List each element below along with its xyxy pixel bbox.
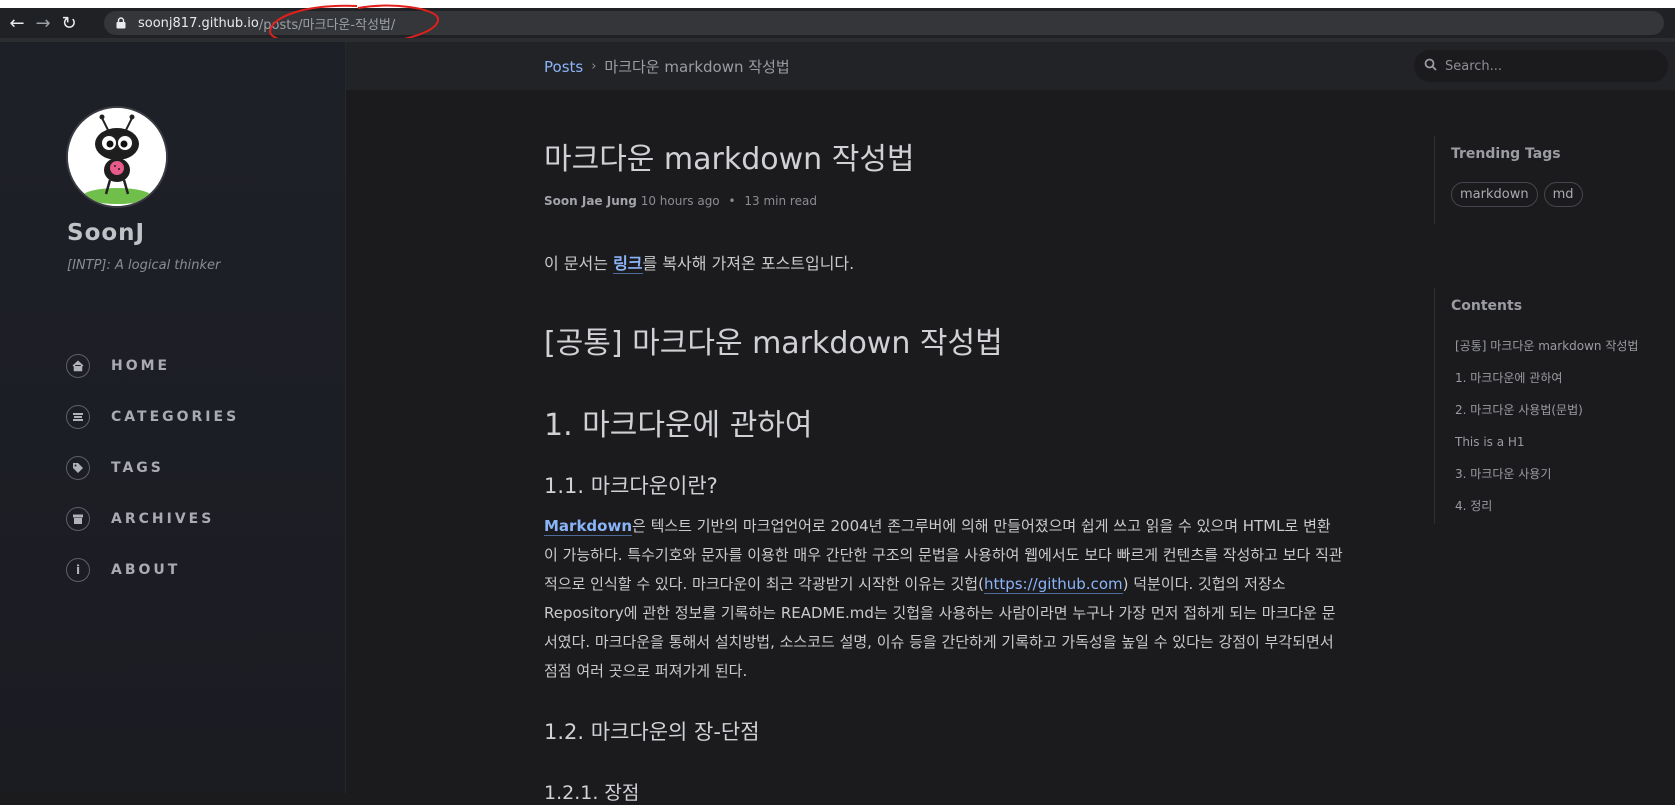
info-icon: i	[66, 557, 90, 582]
heading-h1: [공통] 마크다운 markdown 작성법	[544, 326, 1003, 361]
trending-tags-title: Trending Tags	[1451, 146, 1561, 162]
sidebar-item-home[interactable]: HOME	[66, 340, 239, 391]
tag-markdown[interactable]: markdown	[1451, 182, 1538, 207]
toc-item[interactable]: 2. 마크다운 사용법(문법)	[1451, 394, 1671, 426]
github-link[interactable]: https://github.com	[983, 575, 1123, 594]
ant-avatar-icon	[68, 108, 166, 206]
reload-icon[interactable]: ↻	[56, 8, 82, 38]
tag-md[interactable]: md	[1543, 182, 1583, 207]
intro-paragraph: 이 문서는 링크를 복사해 가져온 포스트입니다.	[544, 250, 854, 274]
toc-item[interactable]: 4. 정리	[1451, 490, 1671, 522]
heading-h4-pros: 1.2.1. 장점	[544, 782, 640, 804]
post-title: 마크다운 markdown 작성법	[544, 142, 915, 177]
post-time: 10 hours ago	[640, 194, 720, 208]
trending-tags-panel: Trending Tags markdown md	[1434, 136, 1651, 224]
heading-h3-pros-cons: 1.2. 마크다운의 장-단점	[544, 720, 760, 744]
toc-item[interactable]: 1. 마크다운에 관하여	[1451, 362, 1671, 394]
heading-h3-what-is: 1.1. 마크다운이란?	[544, 474, 718, 498]
sidebar-item-tags[interactable]: TAGS	[66, 442, 239, 493]
sidebar-nav: HOME CATEGORIES TAGS ARCHIVES i ABOUT	[66, 340, 239, 595]
body-paragraph: Markdown은 텍스트 기반의 마크업언어로 2004년 존그루버에 의해 …	[544, 512, 1344, 686]
search-box[interactable]	[1414, 50, 1668, 82]
markdown-link[interactable]: Markdown	[544, 517, 633, 536]
sidebar: SoonJ [INTP]: A logical thinker HOME CAT…	[0, 42, 346, 793]
browser-toolbar: ← → ↻ soonj817.github.io/posts/마크다운-작성법/	[0, 8, 1675, 38]
sidebar-item-label: CATEGORIES	[111, 408, 240, 425]
topbar: Posts › 마크다운 markdown 작성법	[346, 42, 1675, 90]
toc-item[interactable]: 3. 마크다운 사용기	[1451, 458, 1671, 490]
toc-list: [공통] 마크다운 markdown 작성법 1. 마크다운에 관하여 2. 마…	[1451, 330, 1671, 522]
sidebar-item-label: ABOUT	[111, 561, 181, 578]
breadcrumb-current: 마크다운 markdown 작성법	[604, 58, 790, 76]
search-icon	[1424, 58, 1437, 75]
sidebar-item-label: ARCHIVES	[111, 510, 215, 527]
forward-icon[interactable]: →	[30, 8, 56, 38]
site-subtitle: [INTP]: A logical thinker	[67, 258, 221, 273]
site-title[interactable]: SoonJ	[67, 220, 145, 246]
toc-panel: Contents [공통] 마크다운 markdown 작성법 1. 마크다운에…	[1434, 288, 1671, 524]
url-host: soonj817.github.io	[138, 15, 259, 31]
read-time: 13 min read	[744, 194, 817, 208]
archive-icon	[66, 506, 90, 531]
intro-text-end: 를 복사해 가져온 포스트입니다.	[642, 254, 855, 273]
lock-icon	[116, 16, 128, 30]
tags-icon	[66, 455, 90, 480]
toc-title: Contents	[1451, 298, 1523, 314]
post-author[interactable]: Soon Jae Jung	[544, 194, 637, 208]
toc-item[interactable]: This is a H1	[1451, 426, 1671, 458]
heading-h2: 1. 마크다운에 관하여	[544, 408, 813, 443]
toc-item[interactable]: [공통] 마크다운 markdown 작성법	[1451, 330, 1671, 362]
sidebar-item-categories[interactable]: CATEGORIES	[66, 391, 239, 442]
avatar[interactable]	[66, 106, 168, 208]
intro-link[interactable]: 링크	[613, 254, 643, 274]
url-path: /posts/마크다운-작성법/	[258, 17, 396, 33]
breadcrumb: Posts › 마크다운 markdown 작성법	[544, 56, 790, 77]
sidebar-item-archives[interactable]: ARCHIVES	[66, 493, 239, 544]
address-bar[interactable]: soonj817.github.io/posts/마크다운-작성법/	[104, 11, 1664, 35]
intro-text: 이 문서는	[544, 254, 614, 273]
tag-list: markdown md	[1451, 182, 1651, 207]
sidebar-item-about[interactable]: i ABOUT	[66, 544, 239, 595]
back-icon[interactable]: ←	[4, 8, 30, 38]
post-meta: Soon Jae Jung 10 hours ago • 13 min read	[544, 194, 817, 208]
breadcrumb-separator: ›	[591, 59, 597, 74]
search-input[interactable]	[1443, 57, 1647, 75]
sidebar-item-label: TAGS	[111, 459, 164, 476]
sidebar-item-label: HOME	[111, 357, 171, 374]
stream-icon	[66, 404, 90, 429]
meta-separator: •	[728, 194, 736, 208]
window-top-edge	[0, 0, 1675, 8]
breadcrumb-posts-link[interactable]: Posts	[544, 58, 583, 76]
home-icon	[66, 353, 90, 378]
